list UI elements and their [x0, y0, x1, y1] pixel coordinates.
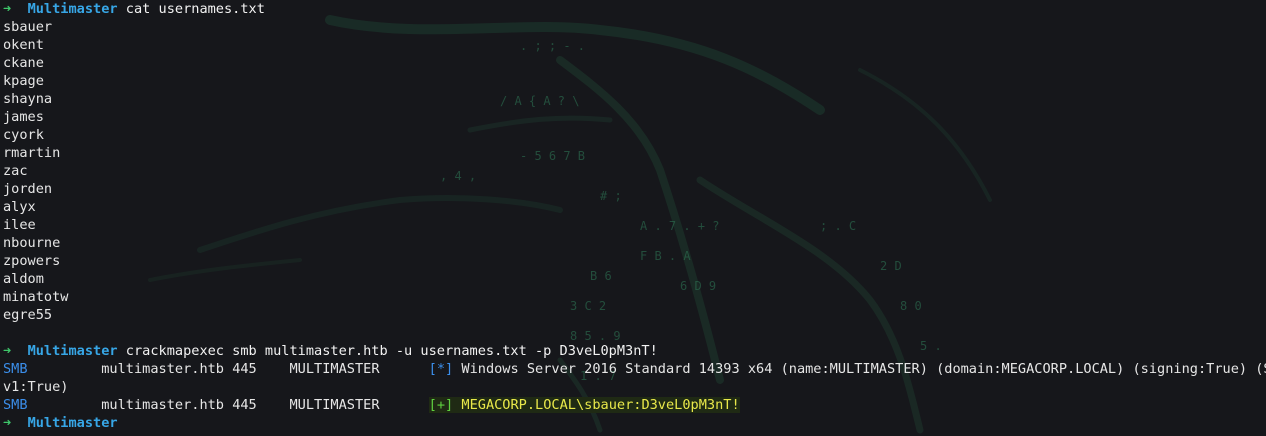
- list-item: cyork: [3, 127, 44, 143]
- list-item: zac: [3, 163, 28, 179]
- list-item: egre55: [3, 307, 53, 323]
- list-item: james: [3, 109, 44, 125]
- protocol-label: SMB: [3, 361, 28, 377]
- prompt-host: Multimaster: [27, 415, 118, 431]
- target-port: 445: [232, 397, 257, 413]
- prompt-line: ➜ Multimaster: [3, 414, 1263, 432]
- list-item: sbauer: [3, 19, 53, 35]
- target-port: 445: [232, 361, 257, 377]
- target-name: MULTIMASTER: [289, 361, 380, 377]
- list-item: shayna: [3, 91, 53, 107]
- prompt-arrow-icon: ➜: [3, 415, 12, 431]
- list-item: zpowers: [3, 253, 61, 269]
- terminal-output: ➜ Multimaster cat usernames.txt sbauer o…: [3, 0, 1266, 432]
- list-item: okent: [3, 37, 44, 53]
- list-item: jorden: [3, 181, 53, 197]
- list-item: kpage: [3, 73, 44, 89]
- prompt-line: ➜ Multimaster crackmapexec smb multimast…: [3, 342, 1263, 360]
- output-row: SMB multimaster.htb 445 MULTIMASTER [+] …: [3, 396, 1263, 414]
- target-name: MULTIMASTER: [289, 397, 380, 413]
- prompt-host: Multimaster: [27, 343, 118, 359]
- output-message: Windows Server 2016 Standard 14393 x64 (…: [461, 361, 1266, 377]
- protocol-label: SMB: [3, 397, 28, 413]
- list-item: alyx: [3, 199, 36, 215]
- list-item: nbourne: [3, 235, 61, 251]
- prompt-arrow-icon: ➜: [3, 343, 12, 359]
- list-item: minatotw: [3, 289, 69, 305]
- info-tag: [*]: [428, 361, 454, 377]
- list-item: aldom: [3, 271, 44, 287]
- command-text: crackmapexec smb multimaster.htb -u user…: [125, 343, 658, 359]
- prompt-arrow-icon: ➜: [3, 1, 12, 17]
- success-tag: [+]: [428, 397, 454, 413]
- list-item: rmartin: [3, 145, 61, 161]
- target-host: multimaster.htb: [101, 361, 224, 377]
- output-row: SMB multimaster.htb 445 MULTIMASTER [*] …: [3, 360, 1266, 378]
- target-host: multimaster.htb: [101, 397, 224, 413]
- command-text: cat usernames.txt: [125, 1, 265, 17]
- prompt-host: Multimaster: [27, 1, 118, 17]
- success-highlight: [+] MEGACORP.LOCAL\sbauer:D3veL0pM3nT!: [428, 397, 740, 413]
- success-message: MEGACORP.LOCAL\sbauer:D3veL0pM3nT!: [461, 397, 740, 413]
- list-item: ckane: [3, 55, 44, 71]
- prompt-line: ➜ Multimaster cat usernames.txt: [3, 0, 1263, 18]
- list-item: ilee: [3, 217, 36, 233]
- output-wrap: v1:True): [3, 379, 69, 395]
